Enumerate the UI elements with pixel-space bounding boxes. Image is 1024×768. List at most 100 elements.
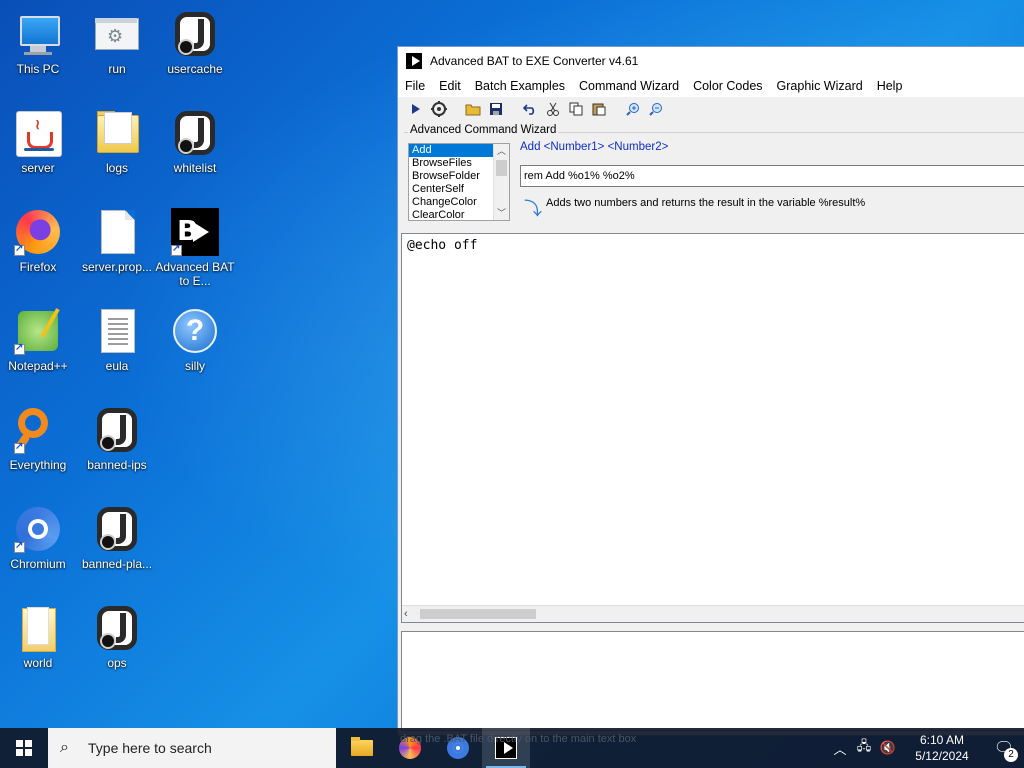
shortcut-arrow-icon [14, 243, 25, 256]
file-icon [93, 208, 141, 256]
desktop-icon-banned-ips[interactable]: banned-ips [79, 402, 155, 494]
menu-graphic-wizard[interactable]: Graphic Wizard [770, 79, 870, 93]
desktop-icon-server[interactable]: ≀ server [0, 105, 76, 197]
window-title: Advanced BAT to EXE Converter v4.61 [430, 54, 639, 68]
desktop-icon-label: Everything [9, 458, 67, 472]
scroll-thumb[interactable] [496, 160, 507, 176]
script-editor[interactable]: @echo off ‹ [401, 233, 1024, 623]
menu-color-codes[interactable]: Color Codes [686, 79, 769, 93]
computer-icon [14, 10, 62, 58]
bat-to-exe-icon: B [171, 208, 219, 256]
taskbar-file-explorer[interactable] [338, 728, 386, 768]
desktop-icon-label: run [108, 62, 126, 76]
desktop-icon-label: This PC [16, 62, 60, 76]
notification-count-badge: 2 [1004, 748, 1018, 762]
clock-date: 5/12/2024 [915, 749, 969, 763]
command-description: Adds two numbers and returns the result … [546, 197, 866, 209]
json-file-icon [171, 10, 219, 58]
copy-icon[interactable] [566, 99, 586, 119]
run-icon[interactable] [406, 99, 426, 119]
desktop-icon-label: banned-ips [87, 458, 147, 472]
window-status-text: drag the .BAT file directly on to the ma… [400, 733, 637, 745]
desktop-icon-chromium[interactable]: Chromium [0, 501, 76, 593]
notepad-plus-plus-icon [14, 307, 62, 355]
menu-file[interactable]: File [398, 79, 432, 93]
menu-command-wizard[interactable]: Command Wizard [572, 79, 686, 93]
desktop-icon-ops[interactable]: ops [79, 600, 155, 692]
cut-icon[interactable] [543, 99, 563, 119]
command-input[interactable]: rem Add %o1% %o2% [520, 165, 1024, 187]
desktop-icon-notepadpp[interactable]: Notepad++ [0, 303, 76, 395]
folder-icon [93, 109, 141, 157]
java-icon: ≀ [14, 109, 62, 157]
search-box[interactable]: ⌕ Type here to search [48, 728, 336, 768]
folder-icon [14, 604, 62, 652]
clock[interactable]: 6:10 AM 5/12/2024 [900, 732, 984, 764]
desktop-icon-world[interactable]: world [0, 600, 76, 692]
paste-icon[interactable] [589, 99, 609, 119]
folder-icon [351, 737, 373, 756]
insert-arrow-icon[interactable]: ⤵ [524, 195, 542, 221]
search-icon: ⌕ [60, 739, 69, 756]
chevron-down-icon[interactable]: ﹀ [494, 206, 509, 220]
menu-batch-examples[interactable]: Batch Examples [468, 79, 572, 93]
editor-horizontal-scrollbar[interactable]: ‹ [402, 605, 1024, 622]
windows-logo-icon [16, 740, 32, 756]
chevron-up-icon[interactable]: ︿ [494, 144, 509, 158]
desktop-icon-whitelist[interactable]: whitelist [157, 105, 233, 197]
editor-text[interactable]: @echo off [407, 238, 477, 253]
scroll-thumb[interactable] [420, 609, 536, 619]
start-button[interactable] [0, 728, 48, 768]
open-icon[interactable] [463, 99, 483, 119]
shortcut-arrow-icon [14, 540, 25, 553]
shortcut-arrow-icon [14, 441, 25, 454]
desktop-icon-server-properties[interactable]: server.prop... [79, 204, 155, 296]
compile-icon[interactable] [429, 99, 449, 119]
json-file-icon [93, 505, 141, 553]
desktop-icon-label: usercache [167, 62, 223, 76]
network-icon[interactable]: 🖧 [852, 737, 876, 759]
desktop-icon-firefox[interactable]: Firefox [0, 204, 76, 296]
output-pane[interactable] [401, 631, 1024, 731]
desktop-icon-silly[interactable]: ? silly [157, 303, 233, 395]
notification-center-button[interactable]: 🗨 2 [984, 738, 1024, 762]
desktop-icon-advanced-bat[interactable]: B Advanced BAT to E... [155, 204, 235, 296]
command-list-scrollbar[interactable]: ︿ ﹀ [493, 144, 509, 220]
toolbar [398, 97, 1024, 121]
undo-icon[interactable] [520, 99, 540, 119]
desktop-icon-banned-players[interactable]: banned-pla... [79, 501, 155, 593]
json-file-icon [93, 604, 141, 652]
shortcut-arrow-icon [171, 243, 182, 256]
app-icon [406, 53, 422, 69]
desktop-icon-label: logs [105, 161, 128, 175]
title-bar[interactable]: Advanced BAT to EXE Converter v4.61 [398, 47, 1024, 75]
desktop-icon-logs[interactable]: logs [79, 105, 155, 197]
menu-help[interactable]: Help [870, 79, 910, 93]
command-list-item[interactable]: Add [409, 144, 494, 157]
zoom-out-icon[interactable] [646, 99, 666, 119]
desktop-icon-label: eula [105, 359, 129, 373]
wizard-legend: Advanced Command Wizard [408, 124, 559, 136]
desktop-icon-usercache[interactable]: usercache [157, 6, 233, 98]
desktop-icon-eula[interactable]: eula [79, 303, 155, 395]
desktop-icon-run[interactable]: ⚙ run [79, 6, 155, 98]
desktop-icon-label: whitelist [173, 161, 217, 175]
search-magnifier-icon [13, 406, 62, 454]
menu-edit[interactable]: Edit [432, 79, 468, 93]
desktop-icon-label: world [23, 656, 53, 670]
desktop-icon-label: Chromium [10, 557, 66, 571]
volume-muted-icon[interactable]: 🔇 [876, 740, 900, 756]
search-placeholder: Type here to search [88, 740, 212, 756]
save-icon[interactable] [486, 99, 506, 119]
firefox-icon [14, 208, 62, 256]
clock-time: 6:10 AM [919, 733, 965, 747]
text-file-icon [93, 307, 141, 355]
chevron-up-icon[interactable]: ︿ [828, 739, 852, 758]
shortcut-arrow-icon [14, 342, 25, 355]
json-file-icon [93, 406, 141, 454]
chevron-left-icon[interactable]: ‹ [404, 606, 408, 622]
desktop-icon-everything[interactable]: Everything [0, 402, 76, 494]
desktop-icon-this-pc[interactable]: This PC [0, 6, 76, 98]
zoom-in-icon[interactable] [623, 99, 643, 119]
command-list[interactable]: Add BrowseFiles BrowseFolder CenterSelf … [408, 143, 510, 221]
